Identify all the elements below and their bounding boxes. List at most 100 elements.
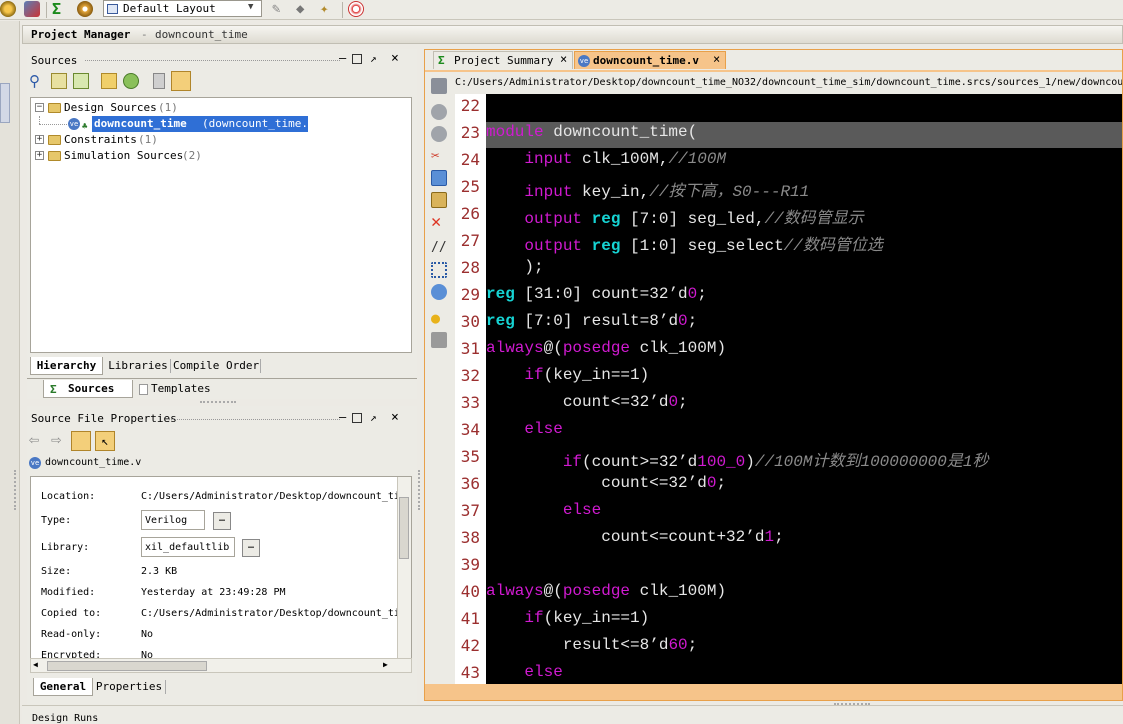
file-path-bar: C:/Users/Administrator/Desktop/downcount… [425, 72, 1122, 94]
back-arrow-icon[interactable]: ⇦ [29, 430, 39, 450]
splitter-grip[interactable] [834, 703, 870, 705]
collapse-toggle-icon[interactable]: − [35, 103, 44, 112]
tab-compile-order[interactable]: Compile Order [173, 357, 259, 375]
expand-all-icon[interactable] [73, 73, 89, 89]
settings-icon[interactable] [0, 1, 18, 18]
left-splitter-grip[interactable] [14, 470, 18, 510]
editor-frame: Σ Project Summary × ve downcount_time.v … [424, 49, 1123, 701]
code-editor[interactable]: 22 23 module downcount_time( 24 input cl… [455, 94, 1122, 684]
tab-general[interactable]: General [33, 678, 93, 696]
tree-count: (1) [158, 101, 178, 114]
templates-icon [139, 384, 148, 395]
tree-row-constraints[interactable]: + Constraints (1) [31, 132, 411, 148]
line-number: 23 [460, 123, 480, 142]
code-line: 34 else [455, 420, 1122, 447]
tab-hierarchy[interactable]: Hierarchy [30, 357, 103, 375]
templates-tab-label: Templates [151, 382, 211, 395]
sigma-icon[interactable]: Σ [52, 1, 70, 18]
redo-icon[interactable] [431, 126, 447, 142]
strip-button[interactable] [0, 83, 10, 123]
close-icon[interactable]: × [391, 410, 399, 425]
document-icon[interactable] [153, 73, 165, 89]
code-line: 29 reg [31:0] count=32’d0; [455, 285, 1122, 312]
scroll-thumb[interactable] [399, 497, 409, 559]
tree-row-downcount-time[interactable]: ve ♣ downcount_time (downcount_time.v) [31, 116, 411, 132]
verilog-file-icon: ve [578, 55, 590, 67]
maximize-icon[interactable] [352, 54, 362, 64]
code-line: 27 output reg [1:0] seg_select//数码管位选 [455, 231, 1122, 258]
prop-value: 2.3 KB [141, 566, 178, 577]
props-tabs: General Properties [30, 678, 412, 696]
design-runs-label: Design Runs [32, 713, 99, 724]
tab-downcount-time[interactable]: ve downcount_time.v × [574, 51, 726, 69]
sources-tab-icon: Σ [50, 383, 57, 396]
documents-icon[interactable] [431, 332, 447, 348]
forward-arrow-icon[interactable]: ⇨ [51, 430, 61, 450]
tree-row-design-sources[interactable]: − Design Sources (1) [31, 100, 411, 116]
close-icon[interactable]: × [391, 51, 399, 66]
comment-icon[interactable]: // [431, 240, 447, 256]
wand-icon[interactable]: ✦ [320, 1, 338, 18]
paste-icon[interactable] [431, 192, 447, 208]
browse-button[interactable]: … [242, 539, 260, 557]
tree-row-simulation-sources[interactable]: + Simulation Sources (2) [31, 148, 411, 164]
close-icon[interactable]: × [713, 51, 720, 68]
tab-project-summary[interactable]: Σ Project Summary × [433, 51, 573, 69]
code-line: 42 result<=8’d60; [455, 636, 1122, 663]
collapse-all-icon[interactable] [51, 73, 67, 89]
minimize-icon[interactable]: — [339, 51, 346, 65]
search-icon[interactable]: ⚲ [29, 72, 40, 90]
folder-icon [48, 151, 61, 161]
cut-icon[interactable]: ✂ [431, 148, 447, 164]
source-props-icon[interactable] [71, 431, 91, 451]
code-text: always@(posedge clk_100M) [486, 582, 727, 600]
scroll-thumb[interactable] [47, 661, 207, 671]
tools-icon[interactable] [24, 1, 42, 18]
pin-icon[interactable]: ✎ [272, 1, 290, 18]
chevron-down-icon[interactable]: ▼ [248, 2, 253, 12]
close-icon[interactable]: × [560, 51, 567, 68]
prop-key: Size: [41, 566, 72, 577]
undo-icon[interactable] [431, 104, 447, 120]
float-icon[interactable]: ↗ [370, 52, 377, 65]
expand-toggle-icon[interactable]: + [35, 151, 44, 160]
code-text: if(key_in==1) [524, 366, 650, 384]
props-title: Source File Properties [31, 412, 177, 425]
browse-button[interactable]: … [213, 512, 231, 530]
code-line: 38 count<=count+32’d1; [455, 528, 1122, 555]
insert-template-icon[interactable] [431, 284, 447, 300]
tab-properties[interactable]: Properties [94, 678, 164, 696]
pm-separator: - [141, 28, 148, 41]
help-icon[interactable] [348, 1, 366, 18]
splitter-grip[interactable] [200, 401, 236, 403]
sources-panel: Sources — ↗ × ⚲ − Design Sources (1) ve … [27, 49, 417, 399]
tab-templates[interactable]: Templates [135, 380, 215, 398]
copy-icon[interactable] [431, 170, 447, 186]
tab-sources[interactable]: Σ Sources [43, 380, 133, 398]
add-sources-icon[interactable] [123, 73, 139, 89]
expand-toggle-icon[interactable]: + [35, 135, 44, 144]
separator [342, 2, 343, 18]
line-number: 42 [460, 636, 480, 655]
gear-icon[interactable] [77, 1, 95, 18]
scroll-right-icon[interactable]: ▶ [383, 660, 388, 669]
properties-icon[interactable] [171, 71, 191, 91]
save-icon[interactable] [431, 78, 447, 94]
sources-view-tabs: Hierarchy Libraries Compile Order [30, 357, 412, 375]
cursor-icon[interactable]: ↖ [95, 431, 115, 451]
block-select-icon[interactable] [431, 262, 447, 278]
horizontal-scrollbar[interactable]: ◀ ▶ [30, 658, 412, 673]
layout-select[interactable]: Default Layout ▼ [103, 0, 262, 17]
tab-label: Project Summary [454, 54, 554, 67]
maximize-icon[interactable] [352, 413, 362, 423]
lightbulb-icon[interactable]: ● [431, 310, 447, 326]
mid-splitter-grip[interactable] [418, 470, 422, 510]
float-icon[interactable]: ↗ [370, 411, 377, 424]
code-text: else [562, 501, 602, 519]
minimize-icon[interactable]: — [339, 410, 346, 424]
scroll-left-icon[interactable]: ◀ [33, 660, 38, 669]
open-folder-icon[interactable] [101, 73, 117, 89]
diamond-icon[interactable]: ◆ [296, 1, 314, 18]
delete-icon[interactable]: ✕ [431, 214, 447, 231]
tab-libraries[interactable]: Libraries [107, 357, 169, 375]
